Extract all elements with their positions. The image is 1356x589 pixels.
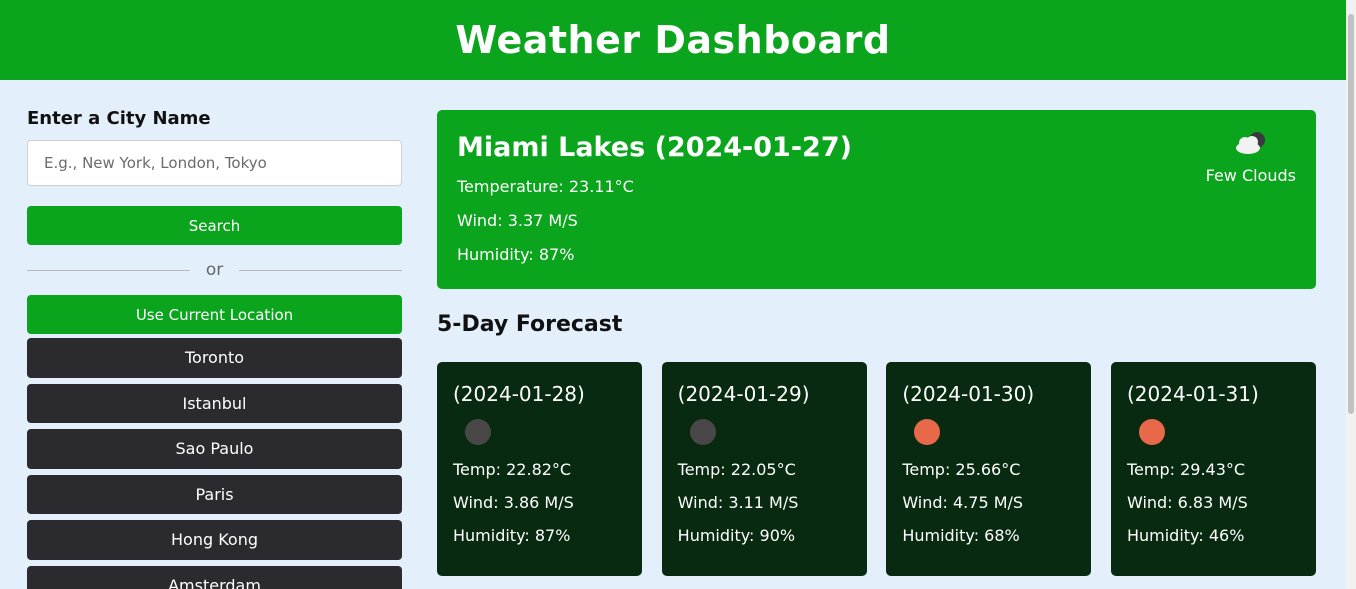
or-text: or <box>205 260 224 280</box>
current-condition-label: Few Clouds <box>1205 166 1296 185</box>
forecast-card: (2024-01-31) Temp: 29.43°C Wind: 6.83 M/… <box>1110 362 1316 576</box>
forecast-wind: Wind: 4.75 M/S <box>902 493 1024 512</box>
city-input-label: Enter a City Name <box>27 108 211 129</box>
sun-icon <box>1138 419 1165 445</box>
forecast-card: (2024-01-28) Temp: 22.82°C Wind: 3.86 M/… <box>437 362 642 576</box>
forecast-date: (2024-01-30) <box>902 382 1035 406</box>
history-city-button[interactable]: Paris <box>27 474 402 514</box>
few-clouds-icon <box>1233 130 1269 160</box>
search-sidebar: Enter a City Name Search or Use Current … <box>27 108 403 589</box>
forecast-temp: Temp: 29.43°C <box>1126 460 1246 479</box>
history-city-button[interactable]: Toronto <box>27 338 402 378</box>
search-button[interactable]: Search <box>27 206 402 245</box>
forecast-wind: Wind: 6.83 M/S <box>1126 493 1248 512</box>
forecast-temp: Temp: 25.66°C <box>902 460 1021 479</box>
use-current-location-button[interactable]: Use Current Location <box>27 295 402 334</box>
moon-icon <box>465 419 491 445</box>
forecast-wind: Wind: 3.86 M/S <box>453 493 574 512</box>
forecast-date: (2024-01-29) <box>677 382 810 406</box>
forecast-humidity: Humidity: 90% <box>677 526 796 545</box>
forecast-humidity: Humidity: 46% <box>1126 526 1245 545</box>
current-temperature: Temperature: 23.11°C <box>457 177 634 196</box>
forecast-card: (2024-01-30) Temp: 25.66°C Wind: 4.75 M/… <box>886 362 1092 576</box>
forecast-humidity: Humidity: 87% <box>453 526 571 545</box>
forecast-date: (2024-01-28) <box>453 382 585 406</box>
current-city-title: Miami Lakes (2024-01-27) <box>457 132 852 163</box>
forecast-humidity: Humidity: 68% <box>902 526 1020 545</box>
history-city-button[interactable]: Istanbul <box>27 383 402 423</box>
search-history-list: Toronto Istanbul Sao Paulo Paris Hong Ko… <box>27 338 402 589</box>
scrollbar-thumb[interactable] <box>1348 14 1354 414</box>
page-header: Weather Dashboard <box>0 0 1346 80</box>
forecast-wind: Wind: 3.11 M/S <box>677 493 799 512</box>
page-scrollbar[interactable] <box>1346 0 1356 589</box>
divider-line-left <box>27 269 190 271</box>
moon-icon <box>689 419 716 445</box>
sun-icon <box>914 419 941 445</box>
history-city-button[interactable]: Amsterdam <box>27 565 402 589</box>
divider-line-right <box>239 269 403 271</box>
history-city-button[interactable]: Sao Paulo <box>27 429 402 469</box>
current-wind: Wind: 3.37 M/S <box>457 211 578 230</box>
history-city-button[interactable]: Hong Kong <box>27 520 402 560</box>
page-title: Weather Dashboard <box>455 18 891 62</box>
forecast-title: 5-Day Forecast <box>437 312 623 337</box>
forecast-card: (2024-01-29) Temp: 22.05°C Wind: 3.11 M/… <box>661 362 867 576</box>
current-weather-card: Miami Lakes (2024-01-27) Temperature: 23… <box>437 110 1316 289</box>
current-condition: Few Clouds <box>1206 130 1296 185</box>
or-divider: or <box>27 245 403 295</box>
forecast-cards: (2024-01-28) Temp: 22.82°C Wind: 3.86 M/… <box>437 362 1316 576</box>
forecast-temp: Temp: 22.05°C <box>677 460 796 479</box>
city-search-input[interactable] <box>27 140 402 186</box>
current-humidity: Humidity: 87% <box>457 245 575 264</box>
forecast-date: (2024-01-31) <box>1126 382 1259 406</box>
forecast-temp: Temp: 22.82°C <box>453 460 572 479</box>
